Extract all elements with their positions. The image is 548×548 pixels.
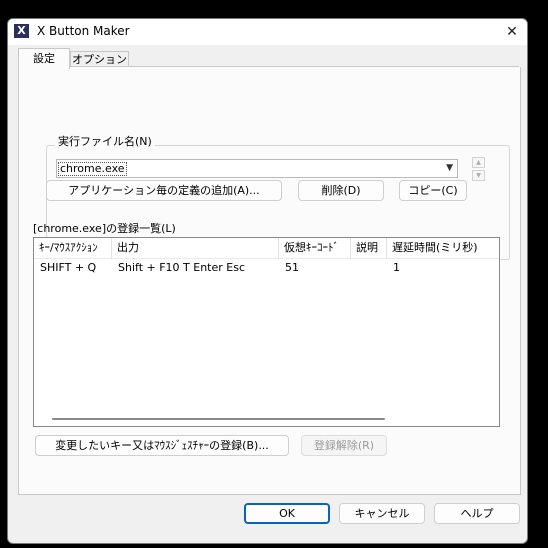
column-delay[interactable]: 遅延時間(ミリ秒): [387, 238, 499, 258]
add-app-definition-button[interactable]: アプリケーション毎の定義の追加(A)...: [46, 180, 282, 201]
column-output[interactable]: 出力: [112, 238, 279, 258]
reorder-spinner[interactable]: ▲ ▼: [472, 157, 485, 181]
cancel-button[interactable]: キャンセル: [339, 503, 425, 524]
executable-combobox-value: chrome.exe: [58, 162, 127, 176]
title-bar[interactable]: X X Button Maker ✕: [8, 19, 527, 45]
executable-combobox[interactable]: chrome.exe ▼: [56, 159, 458, 178]
copy-button[interactable]: コピー(C): [399, 180, 467, 201]
unregister-button[interactable]: 登録解除(R): [301, 435, 387, 456]
chevron-down-icon[interactable]: ▼: [446, 163, 453, 173]
tab-settings[interactable]: 設定: [18, 48, 70, 69]
horizontal-scrollbar[interactable]: [52, 418, 385, 420]
registration-list-label: [chrome.exe]の登録一覧(L): [33, 222, 176, 235]
cell-output: Shift + F10 T Enter Esc: [118, 261, 245, 274]
main-window: X X Button Maker ✕ 設定 オプション 実行ファイル名(N) c…: [7, 18, 528, 544]
settings-tab-page: 実行ファイル名(N) chrome.exe ▼ ▲ ▼ アプリケーション毎の定義…: [18, 67, 521, 495]
delete-button[interactable]: 削除(D): [298, 180, 384, 201]
cell-key-mouse-action: SHIFT + Q: [40, 261, 97, 274]
table-row[interactable]: SHIFT + Q Shift + F10 T Enter Esc 51 1: [34, 259, 499, 277]
ok-button[interactable]: OK: [244, 503, 330, 524]
window-title: X Button Maker: [37, 24, 130, 38]
spin-up-icon[interactable]: ▲: [472, 157, 485, 168]
executable-group-label: 実行ファイル名(N): [55, 133, 155, 149]
column-description[interactable]: 説明: [351, 238, 387, 258]
column-key-mouse-action[interactable]: ｷｰ/ﾏｳｽｱｸｼｮﾝ: [34, 238, 112, 258]
column-virtual-keycode[interactable]: 仮想ｷｰｺｰﾄﾞ: [279, 238, 351, 258]
register-key-gesture-button[interactable]: 変更したいキー又はﾏｳｽｼﾞｪｽﾁｬｰの登録(B)...: [35, 435, 289, 456]
cell-virtual-keycode: 51: [285, 261, 299, 274]
registration-listview[interactable]: ｷｰ/ﾏｳｽｱｸｼｮﾝ 出力 仮想ｷｰｺｰﾄﾞ 説明 遅延時間(ミリ秒) SHI…: [33, 237, 500, 427]
spin-down-icon[interactable]: ▼: [472, 170, 485, 181]
close-icon[interactable]: ✕: [497, 19, 527, 45]
help-button[interactable]: ヘルプ: [434, 503, 520, 524]
listview-header: ｷｰ/ﾏｳｽｱｸｼｮﾝ 出力 仮想ｷｰｺｰﾄﾞ 説明 遅延時間(ミリ秒): [34, 238, 499, 259]
cell-delay: 1: [393, 261, 400, 274]
cell-description: [351, 259, 387, 277]
app-icon: X: [14, 24, 29, 38]
